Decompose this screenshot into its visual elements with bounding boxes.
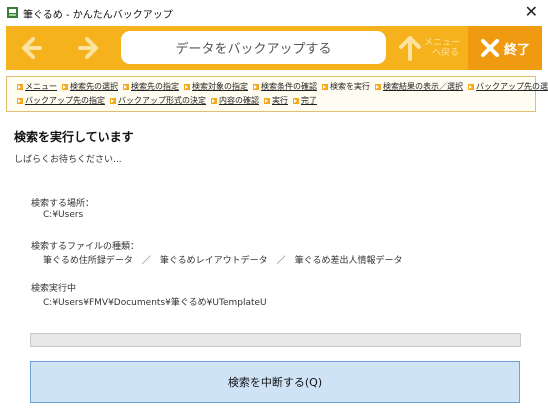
breadcrumb-label: メニュー <box>25 82 57 91</box>
breadcrumb-item: 検索を実行 <box>322 82 370 92</box>
breadcrumb-item[interactable]: 検索先の選択 <box>62 82 118 92</box>
forward-button[interactable] <box>66 26 114 70</box>
window-title: 筆ぐるめ - かんたんバックアップ <box>23 10 173 21</box>
breadcrumb-item[interactable]: 検索条件の確認 <box>253 82 317 92</box>
running-path: C:¥Users¥FMV¥Documents¥筆ぐるめ¥UTemplateU <box>43 298 267 308</box>
breadcrumb: メニュー 検索先の選択 検索先の指定 検索対象の指定 検索条件の確認 検索を実行 検索結果の… <box>6 76 548 112</box>
menu-button[interactable]: メニュー へ戻る <box>394 26 464 70</box>
breadcrumb-row-2: バックアップ先の指定 バックアップ形式の決定 内容の確認 実行 完了 <box>17 96 322 107</box>
arrow-marker-icon <box>322 84 328 90</box>
breadcrumb-item[interactable]: 内容の確認 <box>211 96 259 106</box>
arrow-marker-icon <box>17 84 23 90</box>
breadcrumb-item[interactable]: 検索結果の表示／選択 <box>375 82 463 92</box>
arrow-marker-icon <box>468 84 474 90</box>
arrow-marker-icon <box>184 84 190 90</box>
arrow-marker-icon <box>62 84 68 90</box>
abort-search-button[interactable]: 検索を中断する(Q) <box>30 361 520 403</box>
arrow-marker-icon <box>264 98 270 104</box>
breadcrumb-item[interactable]: 検索対象の指定 <box>184 82 248 92</box>
back-button[interactable] <box>6 26 54 70</box>
breadcrumb-label: バックアップ形式の決定 <box>118 96 206 105</box>
breadcrumb-label: バックアップ先の指定 <box>25 96 105 105</box>
page-heading: 検索を実行しています <box>14 130 134 144</box>
breadcrumb-item[interactable]: 検索先の指定 <box>123 82 179 92</box>
close-icon <box>480 39 499 57</box>
toolbar: データをバックアップする メニュー へ戻る 終了 <box>6 26 542 70</box>
breadcrumb-label: 完了 <box>301 96 317 105</box>
file-types-value: 筆ぐるめ住所録データ ／ 筆ぐるめレイアウトデータ ／ 筆ぐるめ差出人情報データ <box>43 256 403 266</box>
title-bar: 筆ぐるめ - かんたんバックアップ ✕ <box>0 0 548 26</box>
breadcrumb-item[interactable]: 完了 <box>293 96 317 106</box>
breadcrumb-item[interactable]: バックアップ先の指定 <box>17 96 105 106</box>
arrow-marker-icon <box>253 84 259 90</box>
running-label: 検索実行中 <box>31 284 77 294</box>
breadcrumb-label: 実行 <box>272 96 288 105</box>
breadcrumb-label: バックアップ先の選択 <box>476 82 548 91</box>
app-icon <box>7 7 18 18</box>
menu-button-label: メニュー へ戻る <box>423 38 460 58</box>
arrow-marker-icon <box>375 84 381 90</box>
arrow-marker-icon <box>110 98 116 104</box>
breadcrumb-label: 検索を実行 <box>330 82 370 91</box>
quit-label: 終了 <box>503 42 530 58</box>
breadcrumb-label: 検索先の指定 <box>131 82 179 91</box>
close-icon[interactable]: ✕ <box>525 2 538 21</box>
arrow-right-icon <box>78 37 98 59</box>
arrow-marker-icon <box>123 84 129 90</box>
breadcrumb-label: 内容の確認 <box>219 96 259 105</box>
quit-button[interactable]: 終了 <box>468 26 542 70</box>
breadcrumb-label: 検索対象の指定 <box>192 82 248 91</box>
breadcrumb-item[interactable]: バックアップ先の選択 <box>468 82 548 92</box>
breadcrumb-label: 検索先の選択 <box>70 82 118 91</box>
toolbar-title: データをバックアップする <box>121 31 386 64</box>
breadcrumb-label: 検索結果の表示／選択 <box>383 82 463 91</box>
arrow-up-icon <box>398 36 421 61</box>
file-types-label: 検索するファイルの種類： <box>31 242 140 252</box>
breadcrumb-item[interactable]: バックアップ形式の決定 <box>110 96 206 106</box>
arrow-left-icon <box>22 37 42 59</box>
search-location-label: 検索する場所： <box>31 199 95 209</box>
wait-message: しばらくお待ちください... <box>14 155 122 165</box>
breadcrumb-item[interactable]: メニュー <box>17 82 57 92</box>
arrow-marker-icon <box>293 98 299 104</box>
search-location-value: C:¥Users <box>43 210 84 220</box>
breadcrumb-label: 検索条件の確認 <box>261 82 317 91</box>
progress-bar <box>30 333 521 347</box>
arrow-marker-icon <box>17 98 23 104</box>
breadcrumb-row-1: メニュー 検索先の選択 検索先の指定 検索対象の指定 検索条件の確認 検索を実行 検索結果の… <box>17 82 548 93</box>
breadcrumb-item[interactable]: 実行 <box>264 96 288 106</box>
arrow-marker-icon <box>211 98 217 104</box>
